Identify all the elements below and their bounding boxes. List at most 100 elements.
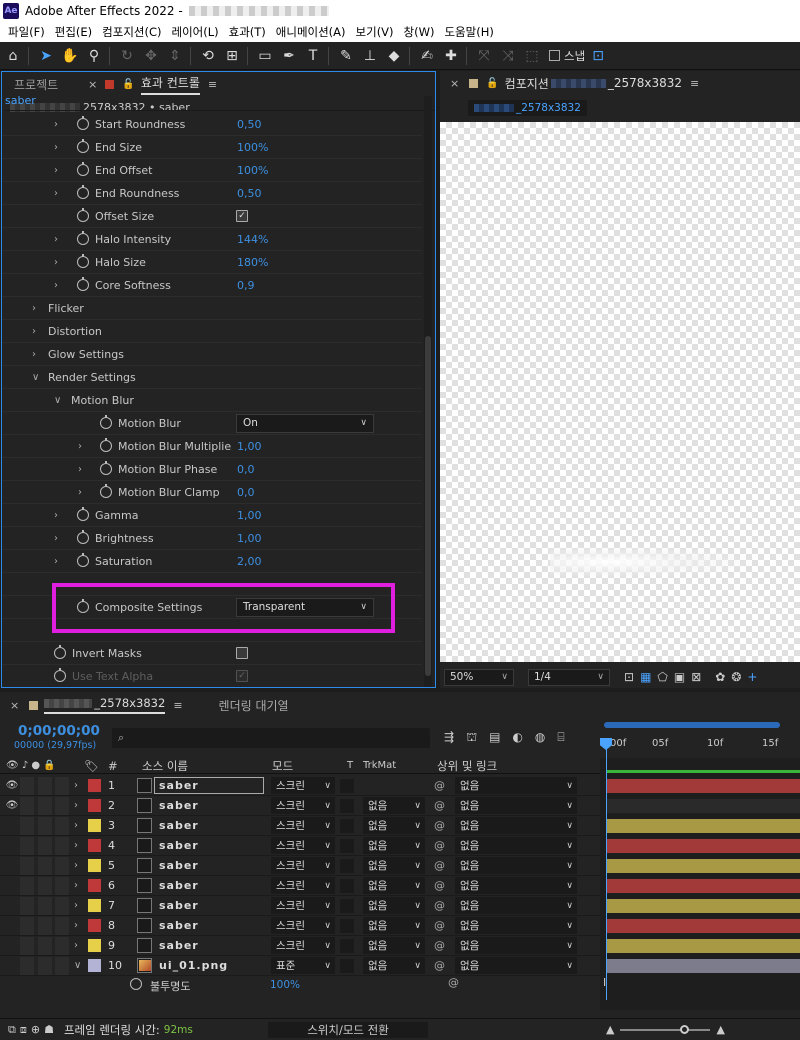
scrollbar[interactable]: [424, 96, 432, 687]
layer-switch-cell[interactable]: [38, 916, 52, 935]
stopwatch-icon[interactable]: [77, 208, 89, 222]
anchor-tool-icon[interactable]: ⊞: [221, 45, 243, 67]
layer-switch-cell[interactable]: [55, 876, 69, 895]
composition-breadcrumb-pill[interactable]: _2578x3832: [468, 100, 587, 116]
blend-mode-select[interactable]: 스크린 ∨: [271, 817, 335, 834]
visibility-eye-icon[interactable]: [4, 937, 20, 955]
pick-whip-icon[interactable]: @: [448, 976, 459, 989]
zoom-slider[interactable]: [620, 1024, 711, 1034]
track-matte-select[interactable]: 없음 ∨: [363, 797, 425, 814]
chevron-right-icon[interactable]: ›: [74, 780, 78, 791]
blend-mode-select[interactable]: 스크린 ∨: [271, 917, 335, 934]
visibility-eye-icon[interactable]: [4, 917, 20, 935]
layer-source-name[interactable]: saber: [159, 859, 199, 872]
selection-tool-icon[interactable]: ➤: [35, 45, 57, 67]
parent-select[interactable]: 없음 ∨: [455, 917, 577, 934]
source-name-header[interactable]: 소스 이름: [142, 758, 188, 774]
zoom-select[interactable]: 50% ∨: [444, 668, 514, 686]
menu-window[interactable]: 창(W): [404, 24, 435, 40]
effect-property-value[interactable]: 180%: [237, 256, 268, 269]
layer-row[interactable]: 👁 › 1 saber 스크린 ∨ @ 없음 ∨: [0, 776, 600, 796]
preserve-transparency-checkbox[interactable]: [340, 878, 354, 893]
effect-property-checkbox[interactable]: [236, 647, 248, 659]
layer-switch-cell[interactable]: [38, 796, 52, 815]
track-matte-select[interactable]: 없음 ∨: [363, 957, 425, 974]
transparency-grid-icon[interactable]: ▦: [640, 670, 651, 684]
time-navigator[interactable]: [604, 722, 780, 728]
chevron-right-icon[interactable]: ›: [54, 234, 58, 245]
chevron-right-icon[interactable]: ›: [32, 326, 36, 337]
layer-color-label[interactable]: [88, 839, 101, 852]
roto-brush-icon[interactable]: ✍: [416, 45, 438, 67]
mask-visibility-icon[interactable]: ⬠: [657, 670, 667, 684]
layer-color-label[interactable]: [88, 959, 101, 972]
effect-property-value[interactable]: 0,9: [237, 279, 255, 292]
time-ruler[interactable]: 00f 05f 10f 15f: [600, 720, 800, 758]
layer-switch-cell[interactable]: [55, 936, 69, 955]
effect-property-dropdown[interactable]: On ∨: [236, 413, 374, 433]
effect-property-checkbox[interactable]: ✓: [236, 670, 248, 682]
stopwatch-icon[interactable]: [77, 254, 89, 268]
track-matte-select[interactable]: 없음 ∨: [363, 877, 425, 894]
parent-select[interactable]: 없음 ∨: [455, 817, 577, 834]
layer-color-label[interactable]: [88, 939, 101, 952]
chevron-right-icon[interactable]: ›: [54, 556, 58, 567]
layer-switch-cell[interactable]: [20, 896, 34, 915]
layer-duration-bar[interactable]: [607, 859, 800, 873]
parent-select[interactable]: 없음 ∨: [455, 837, 577, 854]
layer-color-label[interactable]: [88, 919, 101, 932]
chevron-right-icon[interactable]: ›: [54, 510, 58, 521]
layer-source-name[interactable]: saber: [159, 899, 199, 912]
pick-whip-icon[interactable]: @: [434, 959, 445, 972]
layer-switch-cell[interactable]: [38, 876, 52, 895]
type-tool-icon[interactable]: T: [302, 45, 324, 67]
menu-help[interactable]: 도움말(H): [444, 24, 493, 40]
fast-preview-icon[interactable]: ⊡: [624, 670, 634, 684]
track-matte-select[interactable]: 없음 ∨: [363, 937, 425, 954]
layer-switch-cell[interactable]: [38, 896, 52, 915]
preserve-transparency-checkbox[interactable]: [340, 838, 354, 853]
chevron-right-icon[interactable]: ›: [78, 441, 82, 452]
exposure-reset-icon[interactable]: ❂: [731, 670, 741, 684]
menu-animation[interactable]: 애니메이션(A): [276, 24, 346, 40]
chevron-right-icon[interactable]: ›: [54, 165, 58, 176]
snap-checkbox[interactable]: [549, 50, 560, 61]
panel-menu-icon[interactable]: ≡: [690, 77, 699, 90]
chevron-right-icon[interactable]: ›: [74, 800, 78, 811]
chevron-right-icon[interactable]: ›: [74, 880, 78, 891]
mode-header[interactable]: 모드: [272, 758, 293, 774]
chevron-down-icon[interactable]: ∨: [54, 395, 61, 406]
stopwatch-icon[interactable]: [77, 277, 89, 291]
tab-effect-controls[interactable]: 효과 컨트롤 saber: [5, 74, 435, 111]
chevron-right-icon[interactable]: ›: [54, 257, 58, 268]
stopwatch-icon[interactable]: [100, 484, 112, 498]
layer-switch-cell[interactable]: [20, 816, 34, 835]
layer-source-name[interactable]: saber: [159, 939, 199, 952]
effect-property-value[interactable]: 0,0: [237, 486, 255, 499]
layer-row[interactable]: › 3 saber 스크린 ∨ 없음 ∨ @ 없음 ∨: [0, 816, 600, 836]
layer-switch-cell[interactable]: [55, 856, 69, 875]
layer-duration-bar[interactable]: [607, 839, 800, 853]
preserve-transparency-checkbox[interactable]: [340, 798, 354, 813]
lock-icon[interactable]: 🔓: [122, 79, 134, 90]
effect-property-value[interactable]: 100%: [237, 164, 268, 177]
effect-property-value[interactable]: 1,00: [237, 440, 262, 453]
motion-blur-icon[interactable]: ◍: [535, 730, 545, 746]
chevron-right-icon[interactable]: ›: [54, 142, 58, 153]
menu-composition[interactable]: 컴포지션(C): [102, 24, 161, 40]
opacity-value[interactable]: 100%: [270, 979, 300, 991]
layer-source-name[interactable]: saber: [159, 919, 199, 932]
preserve-transparency-checkbox[interactable]: [340, 858, 354, 873]
layer-source-name[interactable]: saber: [159, 779, 199, 792]
pan-camera-icon[interactable]: ✥: [140, 45, 162, 67]
region-of-interest-icon[interactable]: ⊠: [691, 670, 701, 684]
stopwatch-icon[interactable]: [130, 978, 142, 990]
layer-duration-bar[interactable]: [607, 819, 800, 833]
track-matte-select[interactable]: 없음 ∨: [363, 817, 425, 834]
preserve-transparency-checkbox[interactable]: [340, 918, 354, 933]
preserve-transparency-checkbox[interactable]: [340, 938, 354, 953]
menu-effect[interactable]: 효과(T): [229, 24, 266, 40]
layer-switch-cell[interactable]: [38, 836, 52, 855]
stopwatch-icon[interactable]: [100, 461, 112, 475]
layer-source-name[interactable]: saber: [159, 819, 199, 832]
